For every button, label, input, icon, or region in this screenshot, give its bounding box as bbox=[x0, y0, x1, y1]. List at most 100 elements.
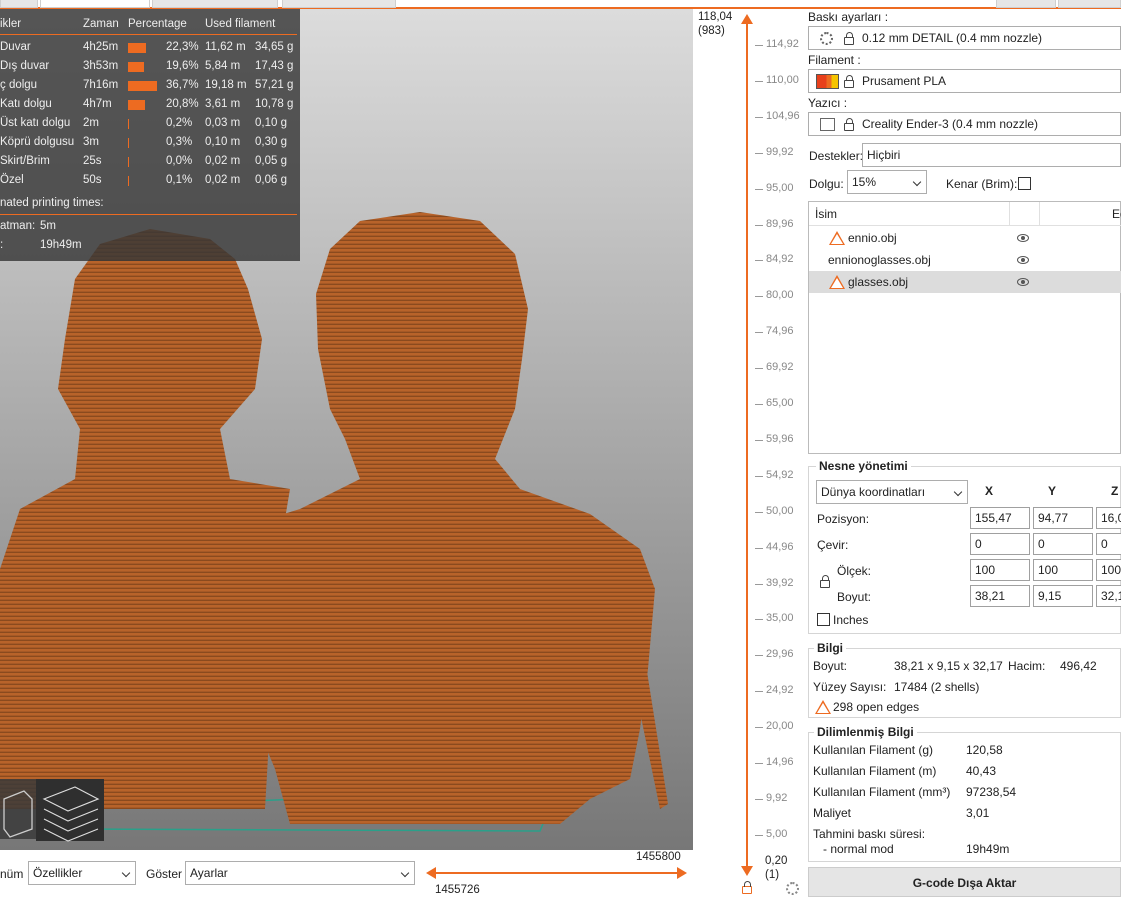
chevron-down-icon bbox=[953, 487, 963, 497]
layer-slider-track[interactable] bbox=[746, 22, 748, 870]
layer-tick-label: 29,96 bbox=[766, 648, 794, 661]
legend-pct: 0,2% bbox=[166, 117, 193, 129]
layer-bottom-index: (1) bbox=[765, 869, 780, 881]
object-manipulation-title: Nesne yönetimi bbox=[816, 459, 911, 473]
legend-header-percentage: Percentage bbox=[128, 18, 187, 30]
sliced-info-label: Kullanılan Filament (mm³) bbox=[813, 785, 951, 799]
legend-weight: 0,06 g bbox=[255, 174, 287, 186]
legend-header-feature: ikler bbox=[0, 18, 22, 30]
size-z-field[interactable]: 32,1 bbox=[1096, 585, 1121, 607]
layer-slider-bottom-handle[interactable] bbox=[741, 866, 753, 876]
object-name: ennio.obj bbox=[848, 231, 897, 245]
object-name: glasses.obj bbox=[848, 275, 909, 289]
rotate-y-field[interactable]: 0 bbox=[1033, 533, 1093, 555]
legend-row: Köprü dolgusu 3m 0,3% 0,10 m 0,30 g bbox=[0, 133, 300, 152]
view-type-value: Özellikler bbox=[33, 866, 83, 880]
layer-tick-mark bbox=[755, 727, 763, 729]
object-row[interactable]: glasses.obj bbox=[809, 271, 1121, 293]
move-slider-left-handle[interactable] bbox=[426, 867, 436, 879]
legend-len: 0,10 m bbox=[205, 136, 241, 148]
layer-tick-mark bbox=[755, 368, 763, 370]
chevron-down-icon bbox=[912, 177, 922, 187]
layer-tick-mark bbox=[755, 404, 763, 405]
brim-checkbox[interactable] bbox=[1018, 177, 1031, 190]
layer-tick-mark bbox=[755, 260, 763, 262]
scale-y-field[interactable]: 100 bbox=[1033, 559, 1093, 581]
legend-divider-2 bbox=[0, 214, 297, 215]
warning-icon bbox=[815, 700, 831, 714]
size-y-field[interactable]: 9,15 bbox=[1033, 585, 1093, 607]
position-z-field[interactable]: 16,0 bbox=[1096, 507, 1121, 529]
tab-preview[interactable] bbox=[40, 0, 150, 8]
export-gcode-button[interactable]: G-code Dışa Aktar bbox=[808, 867, 1121, 897]
move-slider-track[interactable] bbox=[430, 872, 682, 874]
layer-top-value: 118,04 (983) bbox=[698, 10, 732, 38]
rotate-z-field[interactable]: 0 bbox=[1096, 533, 1121, 555]
layer-tick-label: 44,96 bbox=[766, 540, 794, 553]
axis-z-label: Z bbox=[1111, 484, 1119, 498]
object-row[interactable]: ennionoglasses.obj bbox=[809, 249, 1121, 271]
eye-icon[interactable] bbox=[1017, 278, 1029, 286]
sliced-info-value: 97238,54 bbox=[966, 785, 1017, 799]
layer-tick-mark bbox=[755, 583, 763, 585]
infill-select[interactable]: 15% bbox=[847, 170, 927, 194]
info-facets-value: 17484 (2 shells) bbox=[894, 680, 980, 694]
legend-len: 3,61 m bbox=[205, 98, 241, 110]
layer-slider-top-handle[interactable] bbox=[741, 14, 753, 24]
coordinate-system-value: Dünya koordinatları bbox=[821, 485, 926, 499]
coordinate-system-select[interactable]: Dünya koordinatları bbox=[816, 480, 968, 504]
legend-row: Özel 50s 0,1% 0,02 m 0,06 g bbox=[0, 171, 300, 190]
rotate-x-field[interactable]: 0 bbox=[970, 533, 1030, 555]
tab-3d[interactable] bbox=[0, 0, 38, 8]
legend-time: 3h53m bbox=[83, 60, 119, 72]
scale-z-field[interactable]: 100 bbox=[1096, 559, 1121, 581]
legend-percentage-bar bbox=[128, 62, 144, 72]
object-row[interactable]: ennio.obj bbox=[809, 227, 1121, 249]
tab-device[interactable] bbox=[152, 0, 278, 8]
legend-weight: 17,43 g bbox=[255, 60, 294, 72]
tab-right-2[interactable] bbox=[1058, 0, 1121, 8]
view-type-select[interactable]: Özellikler bbox=[28, 861, 136, 885]
legend-weight: 0,10 g bbox=[255, 117, 287, 129]
supports-value: Hiçbiri bbox=[867, 148, 901, 162]
inches-checkbox[interactable] bbox=[817, 613, 830, 626]
layer-tick-mark bbox=[755, 763, 763, 764]
warning-icon bbox=[829, 275, 845, 289]
legend-percentage-bar bbox=[128, 138, 129, 148]
move-slider-right-handle[interactable] bbox=[677, 867, 687, 879]
eye-icon[interactable] bbox=[1017, 234, 1029, 242]
layer-tick-label: 74,96 bbox=[766, 325, 794, 338]
print-settings-combo[interactable]: 0.12 mm DETAIL (0.4 mm nozzle) bbox=[808, 26, 1121, 50]
filament-combo[interactable]: Prusament PLA bbox=[808, 69, 1121, 93]
legend-time: 3m bbox=[83, 136, 99, 148]
layer-bottom-value: 0,20 (1) bbox=[765, 854, 787, 882]
legend-name: Özel bbox=[0, 174, 24, 186]
legend-time: 4h7m bbox=[83, 98, 112, 110]
print-settings-value: 0.12 mm DETAIL (0.4 mm nozzle) bbox=[862, 31, 1043, 45]
position-x-field[interactable]: 155,47 bbox=[970, 507, 1030, 529]
sliced-info-value: 120,58 bbox=[966, 743, 1003, 757]
legend-header: ikler Zaman Percentage Used filament bbox=[0, 15, 300, 34]
layer-lock-icon[interactable] bbox=[742, 881, 752, 894]
tab-right-1[interactable] bbox=[996, 0, 1056, 8]
tab-other[interactable] bbox=[282, 0, 396, 8]
layer-settings-icon[interactable] bbox=[786, 882, 799, 895]
size-x-field[interactable]: 38,21 bbox=[970, 585, 1030, 607]
supports-select[interactable]: Hiçbiri bbox=[862, 143, 1121, 167]
legend-len: 0,03 m bbox=[205, 117, 241, 129]
info-title: Bilgi bbox=[814, 641, 846, 655]
scale-x-field[interactable]: 100 bbox=[970, 559, 1030, 581]
normal-mode-value: 19h49m bbox=[966, 842, 1010, 856]
layer-tick-label: 35,00 bbox=[766, 612, 794, 625]
printer-combo[interactable]: Creality Ender-3 (0.4 mm nozzle) bbox=[808, 112, 1121, 136]
legend-pct: 0,0% bbox=[166, 155, 193, 167]
legend-row: Duvar 4h25m 22,3% 11,62 m 34,65 g bbox=[0, 38, 300, 57]
legend-weight: 34,65 g bbox=[255, 41, 294, 53]
show-select[interactable]: Ayarlar bbox=[185, 861, 415, 885]
show-value: Ayarlar bbox=[190, 866, 228, 880]
scale-lock-icon[interactable] bbox=[820, 575, 830, 588]
position-y-field[interactable]: 94,77 bbox=[1033, 507, 1093, 529]
legend-percentage-bar bbox=[128, 100, 145, 110]
legend-percentage-bar bbox=[128, 43, 146, 53]
eye-icon[interactable] bbox=[1017, 256, 1029, 264]
